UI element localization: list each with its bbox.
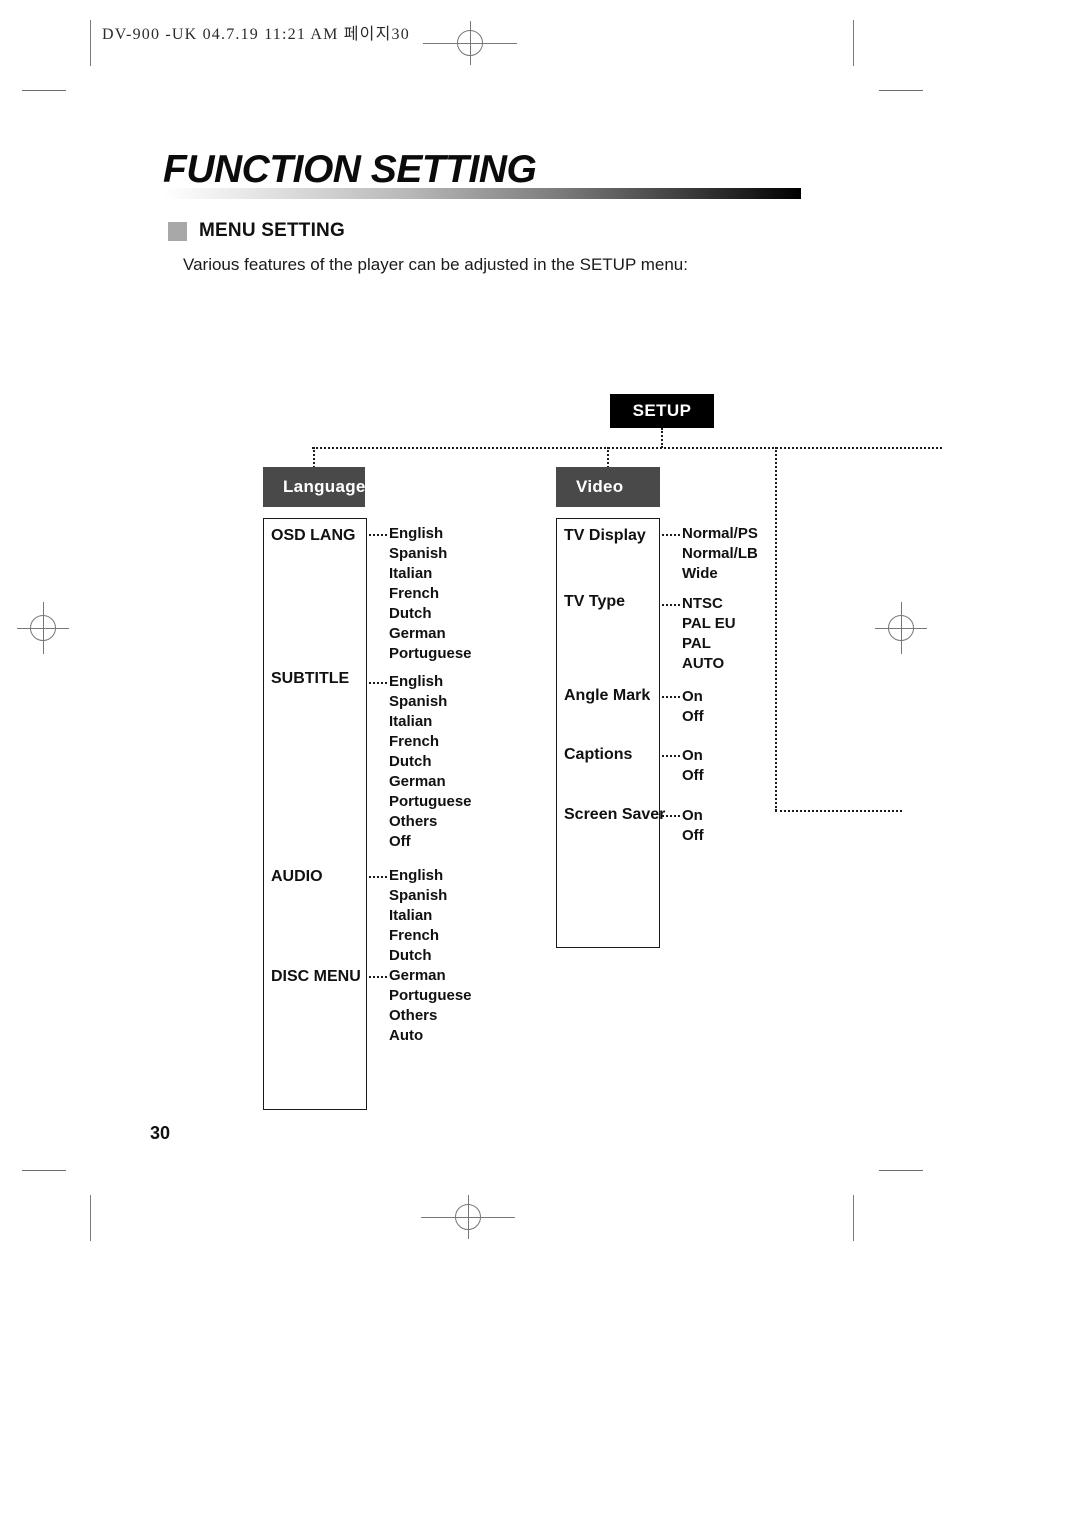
tree-node-language: Language [263,467,365,507]
connector-audio [369,876,387,878]
connector-main-bus [312,447,942,449]
value-item: Portuguese [389,987,472,1004]
value-item: Others [389,813,438,830]
values-tv-type: NTSC PAL EU PAL AUTO [682,594,736,674]
value-item: AUTO [682,655,725,672]
value-item: PAL [682,635,711,652]
connector-branch-video [607,447,609,468]
connector-branch-language [313,447,315,468]
value-item: Spanish [389,887,448,904]
tree-node-video: Video [556,467,660,507]
value-item: Italian [389,565,433,582]
value-item: NTSC [682,595,723,612]
value-item: Portuguese [389,645,472,662]
connector-tv-display [662,534,680,536]
option-label-disc-menu: DISC MENU [271,968,361,985]
value-item: On [682,807,703,824]
tree-node-setup: SETUP [610,394,714,428]
values-subtitle: English Spanish Italian French Dutch Ger… [389,672,472,852]
value-item: Off [682,767,704,784]
value-item: Italian [389,713,433,730]
values-audio-disc-menu: English Spanish Italian French Dutch Ger… [389,866,472,1046]
language-options-box [263,518,367,1110]
value-item: PAL EU [682,615,736,632]
video-options-box [556,518,660,948]
value-item: Normal/LB [682,545,758,562]
value-item: Wide [682,565,718,582]
connector-root-stem [661,428,663,448]
connector-captions [662,755,680,757]
page-number: 30 [150,1123,171,1143]
value-item: French [389,733,440,750]
connector-subtitle [369,682,387,684]
connector-tv-type [662,604,680,606]
values-tv-display: Normal/PS Normal/LB Wide [682,524,758,584]
value-item: Others [389,1007,438,1024]
value-item: Dutch [389,947,432,964]
option-label-screen-saver: Screen Saver [564,806,666,823]
value-item: Normal/PS [682,525,758,542]
values-screen-saver: On Off [682,806,704,846]
value-item: Off [389,833,411,850]
value-item: Dutch [389,753,432,770]
option-label-angle-mark: Angle Mark [564,687,651,704]
value-item: English [389,525,444,542]
value-item: French [389,585,440,602]
value-item: Off [682,827,704,844]
value-item: French [389,927,440,944]
values-osd-lang: English Spanish Italian French Dutch Ger… [389,524,472,664]
option-label-subtitle: SUBTITLE [271,670,350,687]
values-angle-mark: On Off [682,687,704,727]
value-item: Dutch [389,605,432,622]
value-item: English [389,867,444,884]
connector-screen-saver [662,815,680,817]
option-label-tv-display: TV Display [564,527,646,544]
value-item: Auto [389,1027,424,1044]
value-item: German [389,967,446,984]
menu-tree-diagram: SETUP Language OSD LANG SUBTITLE AUDIO D… [0,0,1080,1528]
value-item: English [389,673,444,690]
option-label-audio: AUDIO [271,868,323,885]
option-label-tv-type: TV Type [564,593,626,610]
value-item: Spanish [389,545,448,562]
value-item: Spanish [389,693,448,710]
option-label-osd-lang: OSD LANG [271,527,356,544]
value-item: German [389,625,446,642]
value-item: Portuguese [389,793,472,810]
value-item: On [682,747,703,764]
value-item: Italian [389,907,433,924]
connector-branch-overflow-tail [775,810,902,812]
value-item: On [682,688,703,705]
connector-disc-menu [369,976,387,978]
values-captions: On Off [682,746,704,786]
connector-branch-overflow [775,447,777,811]
connector-angle-mark [662,696,680,698]
value-item: German [389,773,446,790]
value-item: Off [682,708,704,725]
option-label-captions: Captions [564,746,633,763]
connector-osd-lang [369,534,387,536]
